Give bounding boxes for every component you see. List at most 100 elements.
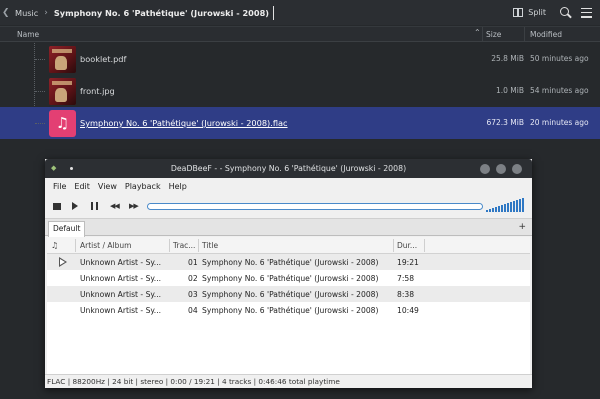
volume-level-bar <box>495 207 497 212</box>
chevron-right-icon: › <box>44 7 48 18</box>
file-size: 672.3 MiB <box>486 118 524 127</box>
track-artist-album: Unknown Artist - Sy... <box>80 258 162 267</box>
column-divider[interactable] <box>169 239 170 252</box>
file-row-flac-selected[interactable]: ♫ Symphony No. 6 'Pathétique' (Jurowski … <box>0 107 600 139</box>
search-icon[interactable] <box>560 6 572 19</box>
tab-default-playlist[interactable]: Default <box>48 221 86 237</box>
track-number: 01 <box>188 258 198 267</box>
volume-level-bar <box>522 198 524 212</box>
track-title: Symphony No. 6 'Pathétique' (Jurowski - … <box>202 274 379 283</box>
volume-level-bar <box>510 202 512 212</box>
next-track-icon[interactable]: ▶▶ <box>129 201 139 211</box>
hamburger-menu-icon[interactable] <box>581 7 592 18</box>
column-modified[interactable]: Modified <box>530 30 562 39</box>
track-duration: 8:38 <box>397 290 415 299</box>
column-divider[interactable] <box>482 27 483 42</box>
status-bar: FLAC | 88200Hz | 24 bit | stereo | 0:00 … <box>45 374 532 388</box>
column-header: Name ⌃ Size Modified <box>0 26 600 42</box>
play-icon[interactable] <box>72 202 78 210</box>
sort-ascending-icon[interactable]: ⌃ <box>474 28 481 37</box>
volume-level-bar <box>507 203 509 212</box>
album-art-thumbnail <box>49 78 76 105</box>
column-name[interactable]: Name <box>17 30 39 39</box>
file-name: booklet.pdf <box>80 54 127 64</box>
column-divider[interactable] <box>198 239 199 252</box>
playback-toolbar: ◀◀ ▶▶ <box>45 196 532 216</box>
music-note-icon: ♫ <box>49 110 76 137</box>
file-modified: 20 minutes ago <box>530 118 589 127</box>
now-playing-icon <box>59 257 67 267</box>
track-title: Symphony No. 6 'Pathétique' (Jurowski - … <box>202 306 379 315</box>
column-divider[interactable] <box>393 239 394 252</box>
column-duration[interactable]: Dur... <box>397 241 417 250</box>
column-divider[interactable] <box>524 27 525 42</box>
maximize-button[interactable] <box>496 164 506 174</box>
split-view-icon <box>513 8 524 17</box>
column-title[interactable]: Title <box>202 241 218 250</box>
chevron-left-icon[interactable]: ❮ <box>2 8 12 18</box>
breadcrumb-music[interactable]: Music <box>15 8 38 18</box>
menu-help[interactable]: Help <box>169 182 187 191</box>
column-divider[interactable] <box>424 239 425 252</box>
file-name: front.jpg <box>80 86 115 96</box>
playlist: Unknown Artist - Sy... 01 Symphony No. 6… <box>47 254 530 374</box>
playlist-column-header: ♫ Artist / Album Trac... Title Dur... <box>47 237 530 254</box>
album-art-thumbnail <box>49 46 76 73</box>
track-row[interactable]: Unknown Artist - Sy... 03 Symphony No. 6… <box>47 286 530 302</box>
track-number: 02 <box>188 274 198 283</box>
menu-playback[interactable]: Playback <box>125 182 161 191</box>
track-number: 04 <box>188 306 198 315</box>
minimize-button[interactable] <box>480 164 490 174</box>
text-caret <box>273 5 275 20</box>
menu-edit[interactable]: Edit <box>74 182 90 191</box>
playlist-tab-bar: Default + <box>45 218 532 237</box>
window-title: DeaDBeeF - - Symphony No. 6 'Pathétique'… <box>170 164 407 173</box>
volume-level-bar <box>501 205 503 212</box>
previous-track-icon[interactable]: ◀◀ <box>110 201 120 211</box>
pause-icon[interactable] <box>91 202 98 210</box>
track-number: 03 <box>188 290 198 299</box>
file-modified: 50 minutes ago <box>530 54 589 63</box>
column-track[interactable]: Trac... <box>173 241 195 250</box>
column-playing-icon[interactable]: ♫ <box>51 241 58 250</box>
volume-level-bar <box>489 209 491 212</box>
split-label: Split <box>528 8 546 17</box>
column-divider[interactable] <box>75 239 76 252</box>
breadcrumb-current-folder[interactable]: Symphony No. 6 'Pathétique' (Jurowski - … <box>54 8 269 18</box>
track-artist-album: Unknown Artist - Sy... <box>80 274 162 283</box>
close-button[interactable] <box>512 164 522 174</box>
split-button[interactable]: Split <box>513 8 546 17</box>
volume-level-bar <box>504 204 506 212</box>
track-title: Symphony No. 6 'Pathétique' (Jurowski - … <box>202 258 379 267</box>
volume-level-bar <box>516 200 518 212</box>
file-row-front[interactable]: front.jpg 1.0 MiB 54 minutes ago <box>0 75 600 107</box>
column-artist-album[interactable]: Artist / Album <box>80 241 131 250</box>
volume-bar[interactable] <box>486 198 526 212</box>
volume-level-bar <box>519 199 521 212</box>
track-duration: 19:21 <box>397 258 419 267</box>
column-size[interactable]: Size <box>486 30 501 39</box>
track-duration: 7:58 <box>397 274 415 283</box>
deadbeef-window: ◆ DeaDBeeF - - Symphony No. 6 'Pathétiqu… <box>45 159 532 388</box>
volume-level-bar <box>492 208 494 212</box>
track-row[interactable]: Unknown Artist - Sy... 01 Symphony No. 6… <box>47 254 530 270</box>
menu-file[interactable]: File <box>53 182 66 191</box>
track-row[interactable]: Unknown Artist - Sy... 02 Symphony No. 6… <box>47 270 530 286</box>
menu-view[interactable]: View <box>98 182 117 191</box>
track-title: Symphony No. 6 'Pathétique' (Jurowski - … <box>202 290 379 299</box>
file-row-booklet[interactable]: booklet.pdf 25.8 MiB 50 minutes ago <box>0 43 600 75</box>
file-name: Symphony No. 6 'Pathétique' (Jurowski - … <box>80 118 288 128</box>
window-titlebar[interactable]: ◆ DeaDBeeF - - Symphony No. 6 'Pathétiqu… <box>45 159 532 178</box>
stop-icon[interactable] <box>53 203 61 210</box>
menu-bar: File Edit View Playback Help <box>45 178 532 194</box>
add-tab-button[interactable]: + <box>518 222 526 232</box>
file-modified: 54 minutes ago <box>530 86 589 95</box>
seek-bar[interactable] <box>147 203 483 210</box>
volume-level-bar <box>498 206 500 212</box>
file-size: 1.0 MiB <box>495 86 524 95</box>
track-row[interactable]: Unknown Artist - Sy... 04 Symphony No. 6… <box>47 302 530 318</box>
header-actions: Split <box>513 0 600 25</box>
track-artist-album: Unknown Artist - Sy... <box>80 290 162 299</box>
track-duration: 10:49 <box>397 306 419 315</box>
tree-elbow <box>35 123 45 124</box>
